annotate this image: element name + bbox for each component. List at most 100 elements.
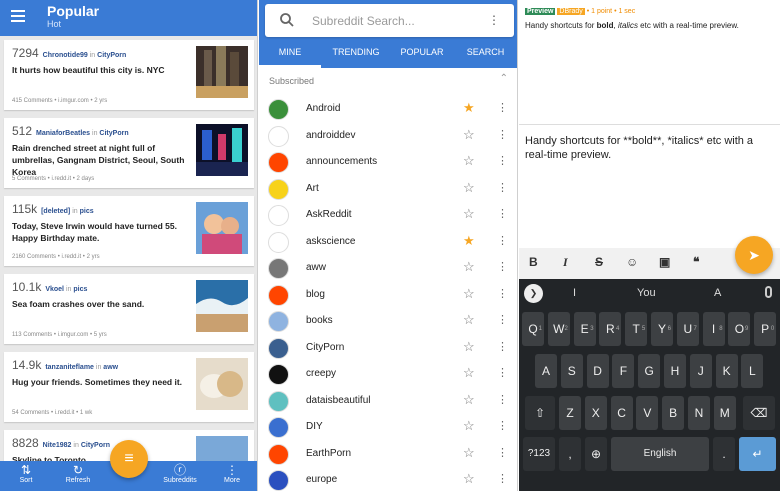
tab-trending[interactable]: TRENDING	[321, 40, 391, 68]
subreddit-row[interactable]: androiddev ☆ ⋮	[259, 123, 517, 150]
favorite-star-icon[interactable]: ☆	[463, 418, 475, 434]
draft-text[interactable]: Handy shortcuts for **bold**, *italics* …	[525, 134, 765, 162]
post-author[interactable]: Nite1982	[43, 442, 72, 449]
subscribed-section-header[interactable]: Subscribed ⌃	[259, 71, 517, 91]
row-menu-icon[interactable]: ⋮	[497, 287, 508, 300]
post-thumbnail[interactable]	[196, 202, 248, 254]
subreddit-row[interactable]: DIY ☆ ⋮	[259, 414, 517, 441]
suggestion-1[interactable]: I	[573, 287, 576, 299]
favorite-star-icon[interactable]: ☆	[463, 286, 475, 302]
shift-key[interactable]: ⇧	[525, 396, 555, 430]
subreddit-row[interactable]: aww ☆ ⋮	[259, 255, 517, 282]
symbols-key[interactable]: ?123	[523, 437, 555, 471]
key-e[interactable]: E3	[573, 312, 596, 346]
row-menu-icon[interactable]: ⋮	[497, 234, 508, 247]
row-menu-icon[interactable]: ⋮	[497, 446, 508, 459]
post-thumbnail[interactable]	[196, 124, 248, 176]
subreddit-row[interactable]: creepy ☆ ⋮	[259, 361, 517, 388]
quote-icon[interactable]: ❝	[693, 255, 699, 269]
compose-fab[interactable]: ≡	[110, 440, 148, 478]
key-c[interactable]: C	[610, 396, 633, 430]
row-menu-icon[interactable]: ⋮	[497, 419, 508, 432]
key-n[interactable]: N	[688, 396, 710, 430]
post-thumbnail[interactable]	[196, 46, 248, 98]
key-v[interactable]: V	[636, 396, 659, 430]
key-d[interactable]: D	[586, 354, 609, 388]
favorite-star-icon[interactable]: ☆	[463, 153, 475, 169]
refresh-button[interactable]: ↻ Refresh	[56, 463, 100, 484]
key-t[interactable]: T5	[625, 312, 648, 346]
row-menu-icon[interactable]: ⋮	[497, 260, 508, 273]
image-icon[interactable]: ▣	[659, 255, 670, 269]
subreddit-row[interactable]: CityPorn ☆ ⋮	[259, 335, 517, 362]
favorite-star-icon[interactable]: ★	[463, 233, 475, 249]
key-w[interactable]: W2	[547, 312, 570, 346]
subreddit-row[interactable]: Art ☆ ⋮	[259, 176, 517, 203]
post-subreddit[interactable]: CityPorn	[99, 130, 128, 137]
post-author[interactable]: Chronotide99	[43, 52, 88, 59]
key-q[interactable]: Q1	[522, 312, 544, 346]
enter-key[interactable]: ↵	[739, 437, 776, 471]
post-author[interactable]: Vkoel	[45, 286, 64, 293]
subreddits-button[interactable]: ⓡ Subreddits	[158, 463, 202, 484]
subreddit-row[interactable]: AskReddit ☆ ⋮	[259, 202, 517, 229]
comment-editor[interactable]: Handy shortcuts for **bold**, *italics* …	[519, 124, 780, 250]
subreddit-row[interactable]: askscience ★ ⋮	[259, 229, 517, 256]
subreddit-search-bar[interactable]: Subreddit Search... ⋮	[265, 4, 514, 37]
subreddit-row[interactable]: blog ☆ ⋮	[259, 282, 517, 309]
row-menu-icon[interactable]: ⋮	[497, 181, 508, 194]
post-card[interactable]: 10.1k Vkoel in pics Sea foam crashes ove…	[4, 274, 254, 344]
search-input[interactable]: Subreddit Search...	[312, 14, 415, 28]
favorite-star-icon[interactable]: ☆	[463, 127, 475, 143]
row-menu-icon[interactable]: ⋮	[497, 154, 508, 167]
favorite-star-icon[interactable]: ☆	[463, 365, 475, 381]
bold-button[interactable]: B	[529, 255, 538, 269]
key-o[interactable]: O9	[728, 312, 751, 346]
post-subreddit[interactable]: CityPorn	[81, 442, 110, 449]
row-menu-icon[interactable]: ⋮	[497, 101, 508, 114]
key-u[interactable]: U7	[676, 312, 699, 346]
post-subreddit[interactable]: aww	[103, 364, 118, 371]
key-h[interactable]: H	[664, 354, 686, 388]
row-menu-icon[interactable]: ⋮	[497, 313, 508, 326]
suggestion-2[interactable]: You	[637, 287, 656, 299]
key-p[interactable]: P0	[754, 312, 777, 346]
row-menu-icon[interactable]: ⋮	[497, 393, 508, 406]
key-b[interactable]: B	[662, 396, 685, 430]
subreddit-row[interactable]: dataisbeautiful ☆ ⋮	[259, 388, 517, 415]
globe-key[interactable]: ⊕	[585, 437, 607, 471]
tab-popular[interactable]: POPULAR	[391, 40, 453, 68]
space-key[interactable]: English	[611, 437, 709, 471]
key-y[interactable]: Y6	[651, 312, 673, 346]
post-card[interactable]: 7294 Chronotide99 in CityPorn It hurts h…	[4, 40, 254, 110]
post-subreddit[interactable]: pics	[80, 208, 94, 215]
key-i[interactable]: I8	[702, 312, 725, 346]
menu-icon[interactable]	[11, 10, 25, 22]
key-k[interactable]: K	[715, 354, 738, 388]
key-l[interactable]: L	[741, 354, 764, 388]
key-m[interactable]: M	[713, 396, 736, 430]
favorite-star-icon[interactable]: ☆	[463, 445, 475, 461]
period-key[interactable]: .	[713, 437, 735, 471]
key-f[interactable]: F	[612, 354, 635, 388]
key-g[interactable]: G	[638, 354, 661, 388]
post-card[interactable]: 512 ManiaforBeatles in CityPorn Rain dre…	[4, 118, 254, 188]
subreddit-row[interactable]: announcements ☆ ⋮	[259, 149, 517, 176]
key-r[interactable]: R4	[599, 312, 622, 346]
key-a[interactable]: A	[535, 354, 557, 388]
more-button[interactable]: ⋮ More	[210, 463, 254, 484]
subreddit-row[interactable]: europe ☆ ⋮	[259, 467, 517, 491]
favorite-star-icon[interactable]: ☆	[463, 206, 475, 222]
row-menu-icon[interactable]: ⋮	[497, 366, 508, 379]
favorite-star-icon[interactable]: ☆	[463, 392, 475, 408]
key-j[interactable]: J	[689, 354, 712, 388]
post-author[interactable]: tanzaniteflame	[45, 364, 94, 371]
post-author[interactable]: [deleted]	[41, 208, 70, 215]
italic-button[interactable]: I	[563, 255, 568, 270]
key-x[interactable]: X	[584, 396, 607, 430]
post-author[interactable]: ManiaforBeatles	[36, 130, 90, 137]
backspace-key[interactable]: ⌫	[743, 396, 775, 430]
row-menu-icon[interactable]: ⋮	[497, 472, 508, 485]
key-s[interactable]: S	[560, 354, 583, 388]
chevron-up-icon[interactable]: ⌃	[500, 73, 508, 84]
